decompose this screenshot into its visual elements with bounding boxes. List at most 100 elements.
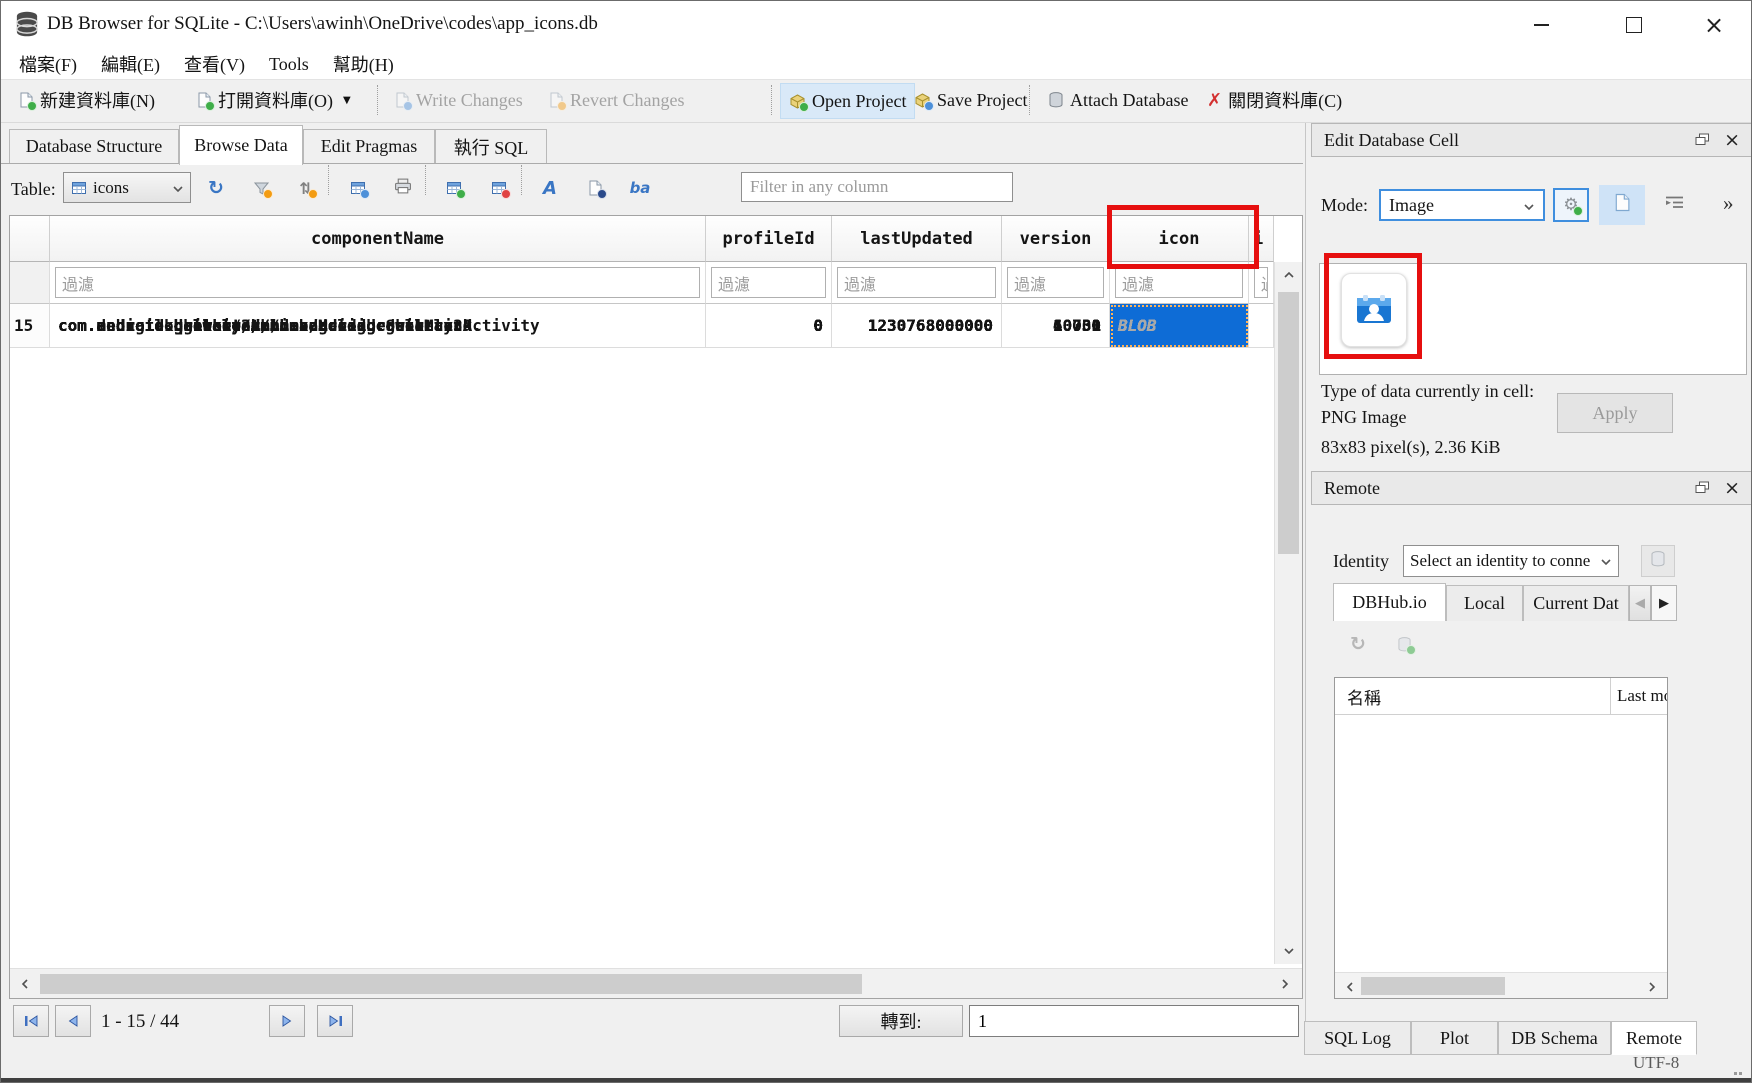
scroll-left-button[interactable]: [12, 971, 38, 997]
tab-execute-sql[interactable]: 執行 SQL: [435, 129, 547, 163]
import-data-button[interactable]: ⚙: [1553, 188, 1589, 222]
identity-selector[interactable]: Select an identity to conne: [1403, 545, 1619, 577]
previous-page-button[interactable]: [55, 1005, 91, 1037]
blob-image-thumbnail[interactable]: [1341, 273, 1407, 347]
column-filter-input[interactable]: 過濾: [50, 262, 706, 304]
text-mode-button[interactable]: [1599, 185, 1645, 225]
header-rownum[interactable]: [10, 216, 50, 262]
close-button[interactable]: ×: [1686, 1, 1742, 49]
menu-file[interactable]: 檔案(F): [7, 49, 89, 79]
header-lastUpdated[interactable]: lastUpdated: [832, 216, 1002, 262]
attach-database-button[interactable]: Attach Database: [1039, 83, 1196, 117]
cell-partial[interactable]: [1249, 304, 1274, 348]
global-filter-input[interactable]: [741, 172, 1013, 202]
new-database-button[interactable]: 新建資料庫(N): [9, 83, 163, 117]
cell-component[interactable]: com.android.contacts/…: [50, 304, 706, 348]
find-in-cells-button[interactable]: [580, 173, 610, 203]
column-filter-input[interactable]: 過濾: [1110, 262, 1249, 304]
open-project-button[interactable]: Open Project: [780, 83, 915, 119]
close-panel-button[interactable]: ×: [1724, 479, 1740, 498]
dock-tab-db-schema[interactable]: DB Schema: [1498, 1021, 1611, 1055]
close-panel-button[interactable]: ×: [1724, 131, 1740, 150]
menu-tools[interactable]: Tools: [257, 52, 321, 77]
tab-scroll-right-button[interactable]: ▶: [1651, 585, 1677, 621]
remote-list-scrollbar[interactable]: [1335, 972, 1667, 998]
cell-version[interactable]: 10731: [1002, 304, 1110, 348]
maximize-icon: [1626, 17, 1642, 33]
horizontal-scroll-thumb[interactable]: [1361, 977, 1505, 995]
word-wrap-button[interactable]: [1659, 191, 1689, 219]
goto-button[interactable]: 轉到:: [839, 1005, 963, 1037]
float-panel-button[interactable]: [1695, 478, 1710, 499]
save-project-button[interactable]: Save Project: [906, 83, 1035, 117]
tab-browse-data[interactable]: Browse Data: [179, 125, 303, 165]
dock-splitter[interactable]: [1305, 123, 1306, 1053]
remote-tab-dbhub[interactable]: DBHub.io: [1333, 583, 1446, 621]
dock-tab-plot[interactable]: Plot: [1411, 1021, 1498, 1055]
goto-record-input[interactable]: [969, 1005, 1299, 1037]
clear-sorting-button[interactable]: ⇅: [291, 173, 321, 203]
menu-edit[interactable]: 編輯(E): [89, 49, 172, 79]
remote-tab-local[interactable]: Local: [1446, 585, 1523, 621]
maximize-button[interactable]: [1606, 1, 1662, 49]
horizontal-scroll-thumb[interactable]: [40, 974, 862, 994]
tab-scroll-left-button[interactable]: ◀: [1629, 585, 1651, 621]
first-record-button[interactable]: [13, 1005, 49, 1037]
open-database-button[interactable]: 打開資料庫(O) ▼: [187, 83, 359, 117]
clear-filters-button[interactable]: [246, 173, 276, 203]
modified-column-header[interactable]: Last mo: [1617, 686, 1667, 706]
header-icon[interactable]: icon: [1110, 216, 1249, 262]
header-partial[interactable]: i: [1249, 216, 1274, 262]
dock-tab-remote[interactable]: Remote: [1611, 1021, 1697, 1055]
scroll-right-button[interactable]: [1639, 974, 1665, 1000]
horizontal-scrollbar[interactable]: [10, 968, 1302, 998]
column-filter-input[interactable]: 過濾: [706, 262, 832, 304]
close-database-button[interactable]: ✗ 關閉資料庫(C): [1199, 83, 1350, 117]
refresh-table-button[interactable]: ↻: [201, 173, 231, 203]
name-column-header[interactable]: 名稱: [1335, 684, 1381, 709]
panel-overflow-button[interactable]: »: [1723, 191, 1734, 216]
cell-type-value: PNG Image: [1321, 407, 1406, 428]
mode-selector[interactable]: Image: [1379, 189, 1545, 221]
apply-button[interactable]: Apply: [1557, 393, 1673, 433]
column-filter-input[interactable]: 過濾: [1002, 262, 1110, 304]
save-view-button[interactable]: [343, 173, 373, 203]
cell-profile_id[interactable]: 0: [706, 304, 832, 348]
print-button[interactable]: [388, 173, 418, 203]
next-page-button[interactable]: [269, 1005, 305, 1037]
table-selector[interactable]: icons: [63, 172, 191, 203]
insert-record-button[interactable]: [439, 173, 469, 203]
open-database-dropdown-icon[interactable]: ▼: [343, 95, 351, 106]
minimize-button[interactable]: [1513, 1, 1569, 49]
cell-icon[interactable]: BLOB: [1110, 304, 1249, 348]
replace-button[interactable]: ba: [625, 173, 655, 203]
remote-upload-button[interactable]: [1389, 629, 1419, 659]
scroll-down-button[interactable]: [1275, 938, 1303, 964]
cell-num[interactable]: 15: [10, 304, 50, 348]
vertical-scrollbar[interactable]: [1274, 262, 1302, 964]
column-filter-input[interactable]: 過濾: [1249, 262, 1274, 304]
menu-help[interactable]: 幫助(H): [321, 49, 406, 79]
tab-edit-pragmas[interactable]: Edit Pragmas: [303, 129, 435, 163]
dock-tab-sql-log[interactable]: SQL Log: [1304, 1021, 1411, 1055]
delete-record-button[interactable]: [484, 173, 514, 203]
header-componentName[interactable]: componentName: [50, 216, 706, 262]
float-panel-button[interactable]: [1695, 130, 1710, 151]
tab-database-structure[interactable]: Database Structure: [9, 129, 179, 163]
scroll-right-button[interactable]: [1272, 971, 1298, 997]
clone-database-button[interactable]: [1641, 545, 1675, 577]
remote-tab-current-database[interactable]: Current Dat: [1523, 585, 1629, 621]
write-changes-button[interactable]: Write Changes: [385, 83, 531, 117]
revert-changes-button[interactable]: Revert Changes: [539, 83, 692, 117]
header-profileId[interactable]: profileId: [706, 216, 832, 262]
cell-last_updated[interactable]: 1230768000000: [832, 304, 1002, 348]
header-version[interactable]: version: [1002, 216, 1110, 262]
last-record-button[interactable]: [317, 1005, 353, 1037]
vertical-scroll-thumb[interactable]: [1278, 292, 1299, 554]
remote-refresh-button[interactable]: ↻: [1343, 629, 1373, 659]
scroll-left-button[interactable]: [1337, 974, 1363, 1000]
edit-cell-button[interactable]: A: [535, 173, 565, 203]
menu-view[interactable]: 查看(V): [172, 49, 257, 79]
scroll-up-button[interactable]: [1275, 262, 1303, 288]
column-filter-input[interactable]: 過濾: [832, 262, 1002, 304]
